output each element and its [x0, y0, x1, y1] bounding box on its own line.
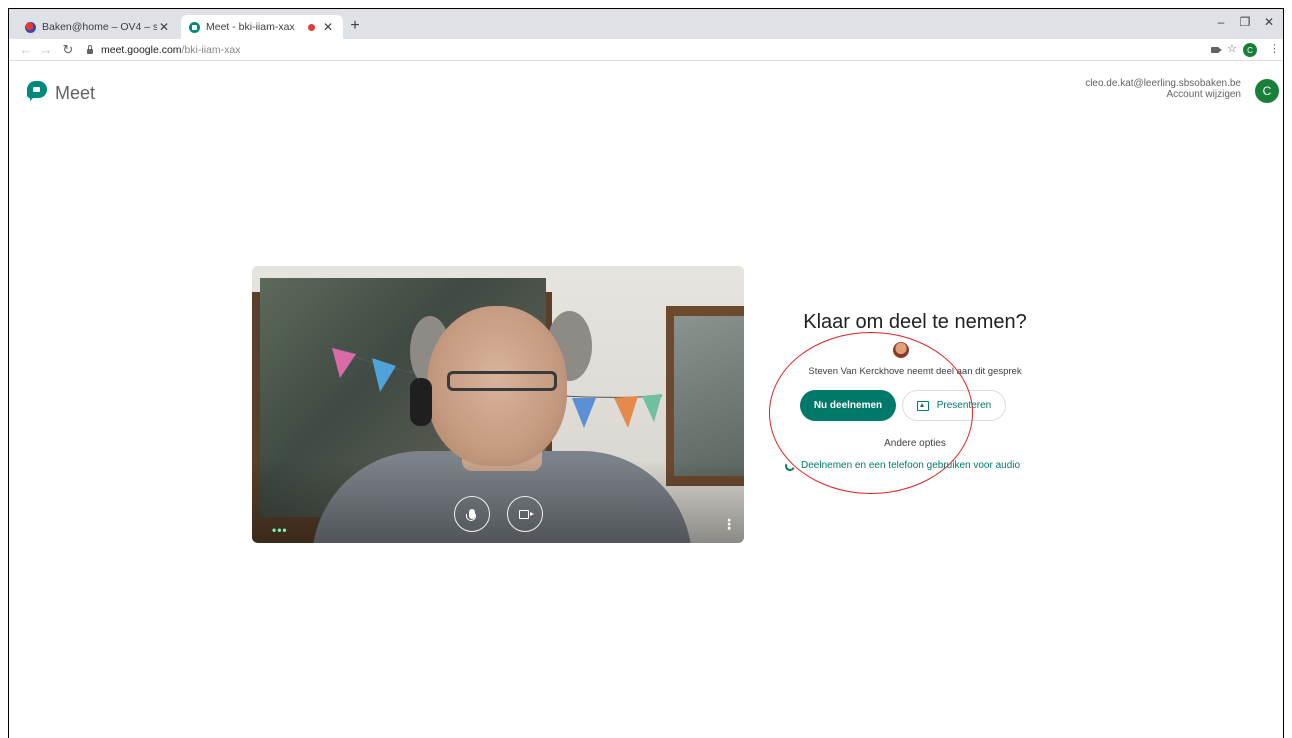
- camera-icon: [518, 509, 534, 519]
- phone-icon: [783, 459, 797, 472]
- participant-status: Steven Van Kerckhove neemt deel aan dit …: [808, 366, 1022, 377]
- bookmark-star-icon[interactable]: ☆: [1227, 42, 1237, 55]
- join-heading: Klaar om deel te nemen?: [803, 311, 1027, 333]
- recording-indicator-icon: [308, 23, 315, 31]
- microphone-toggle-button[interactable]: [454, 496, 490, 532]
- self-video-preview: ••• ⋮: [252, 266, 744, 543]
- browser-profile-avatar[interactable]: C: [1243, 43, 1257, 57]
- browser-window: Baken@home – OV4 – sbso baken ✕ Meet - b…: [8, 8, 1284, 738]
- close-window-button[interactable]: ✕: [1257, 15, 1281, 29]
- new-tab-button[interactable]: +: [345, 17, 365, 35]
- meet-brand[interactable]: Meet: [55, 83, 95, 104]
- account-email: cleo.de.kat@leerling.sbsobaken.be: [1085, 78, 1241, 89]
- camera-in-use-icon[interactable]: [1211, 47, 1222, 53]
- more-options-icon[interactable]: ⋮: [722, 517, 736, 531]
- lock-icon: [87, 44, 93, 54]
- meet-logo-icon[interactable]: [27, 81, 47, 101]
- tab-meet[interactable]: Meet - bki-iiam-xax ✕: [181, 15, 343, 39]
- other-options-label: Andere opties: [884, 438, 946, 449]
- present-button[interactable]: Presenteren: [902, 390, 1006, 421]
- join-now-button[interactable]: Nu deelnemen: [800, 390, 896, 421]
- tab-strip: Baken@home – OV4 – sbso baken ✕ Meet - b…: [9, 9, 1283, 39]
- baken-favicon-icon: [25, 21, 36, 33]
- close-tab-icon[interactable]: ✕: [157, 20, 171, 34]
- browser-menu-icon[interactable]: ⋮: [1269, 42, 1280, 55]
- minimize-button[interactable]: –: [1209, 15, 1233, 29]
- close-tab-icon[interactable]: ✕: [321, 20, 335, 34]
- tab-baken[interactable]: Baken@home – OV4 – sbso baken ✕: [17, 15, 179, 39]
- url-host: meet.google.com: [101, 44, 182, 56]
- account-avatar[interactable]: C: [1255, 79, 1279, 103]
- tab-title: Meet - bki-iiam-xax: [206, 21, 295, 33]
- navigation-bar: ← → ↻ meet.google.com /bki-iiam-xax ☆ C …: [9, 39, 1283, 61]
- tab-title: Baken@home – OV4 – sbso baken: [42, 21, 157, 33]
- change-account-link[interactable]: Account wijzigen: [1167, 89, 1241, 100]
- url-path: /bki-iiam-xax: [181, 44, 241, 56]
- mic-icon: [466, 509, 476, 521]
- join-by-phone-link[interactable]: Deelnemen en een telefoon gebruiken voor…: [783, 459, 1021, 472]
- audio-level-indicator: •••: [272, 523, 288, 537]
- camera-toggle-button[interactable]: [507, 496, 543, 532]
- join-by-phone-label: Deelnemen en een telefoon gebruiken voor…: [801, 460, 1021, 471]
- reload-icon[interactable]: ↻: [59, 41, 77, 59]
- meet-favicon-icon: [189, 21, 200, 33]
- maximize-button[interactable]: ❐: [1233, 15, 1257, 29]
- participant-avatar: [893, 342, 909, 358]
- address-bar[interactable]: meet.google.com /bki-iiam-xax: [87, 41, 1197, 59]
- forward-arrow-icon[interactable]: →: [37, 41, 55, 59]
- back-arrow-icon[interactable]: ←: [17, 41, 35, 59]
- present-screen-icon: [916, 400, 929, 411]
- present-button-label: Presenteren: [936, 400, 992, 411]
